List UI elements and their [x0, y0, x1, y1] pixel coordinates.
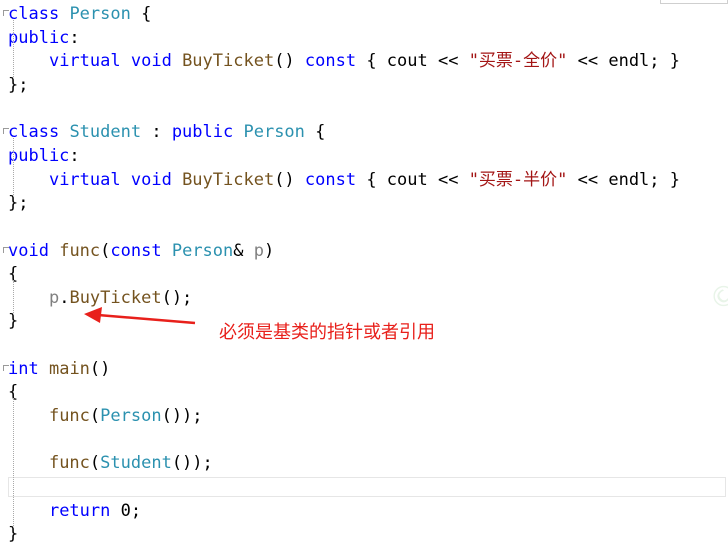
scope-guide	[13, 138, 14, 198]
scope-guide	[13, 20, 14, 79]
fold-marker[interactable]	[3, 364, 9, 371]
scope-guide	[13, 398, 14, 529]
annotation-arrow	[84, 307, 196, 325]
annotation-text: 必须是基类的指针或者引用	[219, 322, 435, 343]
fold-marker[interactable]	[3, 246, 9, 253]
fold-marker[interactable]	[3, 10, 9, 16]
scope-guide	[13, 280, 14, 316]
code-editor[interactable]: class Person {public: virtual void BuyTi…	[0, 0, 728, 551]
fold-marker[interactable]	[3, 128, 9, 135]
